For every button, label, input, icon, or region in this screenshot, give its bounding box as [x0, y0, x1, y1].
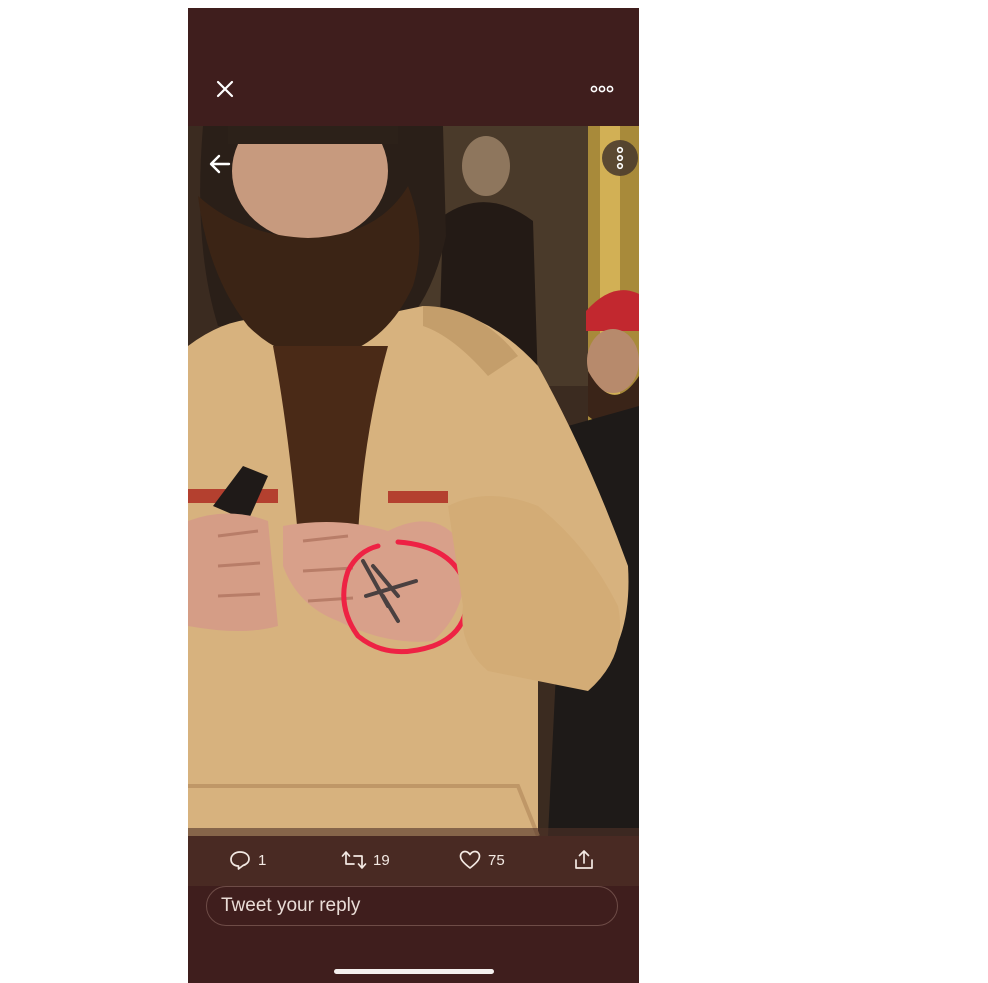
- top-bar: [188, 8, 639, 126]
- home-indicator[interactable]: [334, 969, 494, 974]
- heart-icon: [459, 850, 481, 869]
- reply-count: 1: [258, 851, 267, 869]
- photo-image: [188, 126, 639, 836]
- phone-screen: 1 19 75 Tweet your reply: [188, 8, 639, 983]
- more-options-button[interactable]: [587, 74, 617, 104]
- tweet-action-bar: 1 19 75: [188, 828, 639, 894]
- arrow-left-icon: [209, 154, 231, 174]
- reply-composer: Tweet your reply: [188, 886, 639, 983]
- reply-input[interactable]: Tweet your reply: [206, 886, 618, 926]
- retweet-count: 19: [373, 851, 390, 869]
- back-button[interactable]: [202, 146, 238, 182]
- share-button[interactable]: [572, 846, 602, 874]
- more-horizontal-icon: [590, 85, 614, 93]
- more-vertical-icon: [616, 146, 624, 170]
- reply-icon: [230, 851, 250, 870]
- share-icon: [575, 850, 593, 869]
- close-icon: [216, 80, 234, 98]
- media-options-button[interactable]: [602, 140, 638, 176]
- retweet-icon: [341, 851, 367, 869]
- tweet-photo[interactable]: [188, 126, 639, 836]
- like-count: 75: [488, 851, 505, 869]
- like-button[interactable]: 75: [458, 846, 505, 874]
- close-button[interactable]: [210, 74, 240, 104]
- retweet-button[interactable]: 19: [341, 846, 390, 874]
- reply-button[interactable]: 1: [228, 846, 266, 874]
